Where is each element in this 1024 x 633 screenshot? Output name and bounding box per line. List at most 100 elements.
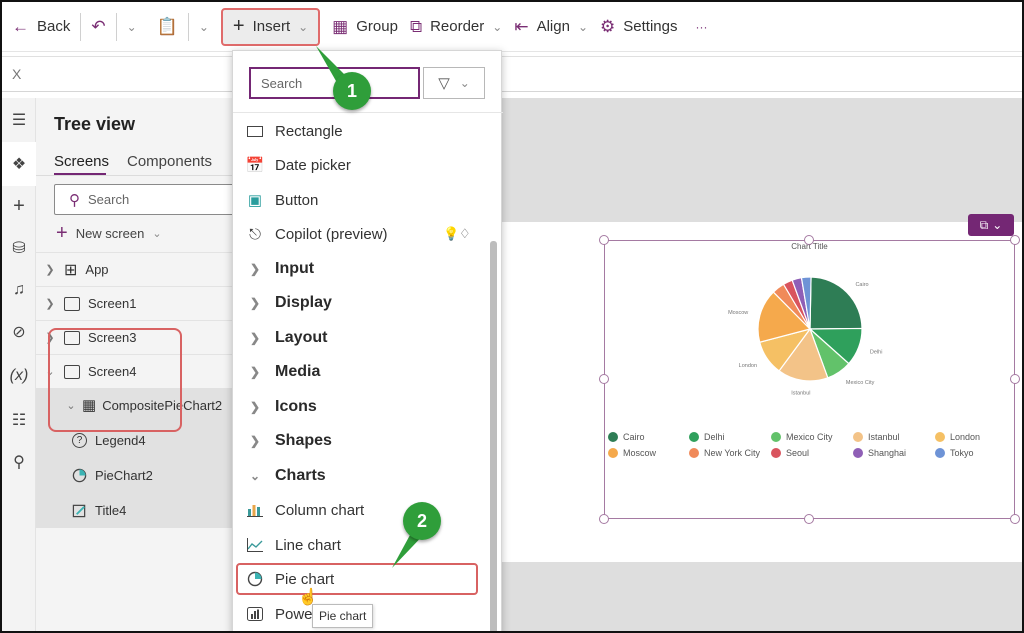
command-bar: ← Back ↶ ⌄ 📋 ⌄ + Insert ⌄ ▦ Group ⧉ Reor… <box>2 2 1022 52</box>
category-charts[interactable]: ⌄ Charts <box>245 461 485 491</box>
group-button[interactable]: ▦ Group <box>326 9 404 45</box>
resize-handle[interactable] <box>1010 374 1020 384</box>
left-rail: ☰ ❖ + ⛁ ♫ ⊘ (x) ☷ ⚲ <box>2 98 36 631</box>
paste-button[interactable]: 📋 <box>151 9 184 45</box>
new-screen-button[interactable]: + New screen ⌄ <box>56 222 162 245</box>
menu-item-line-chart[interactable]: Line chart <box>245 530 485 560</box>
chevron-down-icon: ⌄ <box>198 19 209 34</box>
insert-button[interactable]: + Insert ⌄ <box>220 7 321 46</box>
resize-handle[interactable] <box>804 514 814 524</box>
filter-icon: ▽ <box>438 75 450 92</box>
plus-icon: + <box>13 194 25 217</box>
copilot-icon: ⎋ <box>249 225 261 243</box>
tooltip: Pie chart <box>312 604 374 628</box>
menu-item-copilot[interactable]: ⎋ Copilot (preview) 💡 ♢ <box>245 219 485 249</box>
variables-icon: (x) <box>9 367 29 384</box>
filter-button[interactable]: ▽ ⌄ <box>423 67 485 99</box>
insert-menu: Search ▽ ⌄ Rectangle 📅 Date picker ▣ But… <box>232 50 503 631</box>
tab-screens[interactable]: Screens <box>54 153 109 170</box>
rail-data[interactable]: ⛁ <box>2 232 36 264</box>
menu-item-column-chart[interactable]: Column chart <box>245 495 485 525</box>
undo-dropdown[interactable]: ⌄ <box>121 9 143 45</box>
tree-item-app[interactable]: ❯ ⊞ App <box>36 252 232 286</box>
more-button[interactable]: ··· <box>689 9 713 45</box>
rail-media[interactable]: ♫ <box>2 274 36 306</box>
category-display[interactable]: ❯ Display <box>245 288 485 318</box>
category-media[interactable]: ❯ Media <box>245 357 485 387</box>
lightbulb-icon: 💡 <box>443 226 460 241</box>
button-icon: ▣ <box>247 192 263 209</box>
divider <box>233 112 503 113</box>
settings-button[interactable]: ⚙ Settings <box>594 9 683 45</box>
paste-dropdown[interactable]: ⌄ <box>193 9 215 45</box>
hamburger-icon: ☰ <box>11 112 27 129</box>
category-layout[interactable]: ❯ Layout <box>245 323 485 353</box>
scrollbar[interactable] <box>490 241 497 631</box>
flow-icon: ⊘ <box>12 324 26 341</box>
premium-diamond-icon: ♢ <box>459 226 471 241</box>
tree-item-legend[interactable]: ? Legend4 <box>72 428 146 452</box>
gear-icon: ⚙ <box>600 16 616 36</box>
chevron-right-icon: ❯ <box>249 296 261 310</box>
rail-variables[interactable]: (x) <box>2 360 36 392</box>
chevron-down-icon: ⌄ <box>459 76 470 90</box>
undo-button[interactable]: ↶ <box>85 9 111 45</box>
layers-icon: ❖ <box>11 156 27 173</box>
category-shapes[interactable]: ❯ Shapes <box>245 426 485 456</box>
align-button[interactable]: ⇤ Align ⌄ <box>508 9 594 45</box>
copilot-icon: ⧉ <box>979 217 989 232</box>
menu-button[interactable]: ☰ <box>2 104 36 136</box>
edit-label-icon <box>72 503 87 518</box>
tab-components[interactable]: Components <box>127 153 212 170</box>
help-circle-icon: ? <box>72 432 87 448</box>
resize-handle[interactable] <box>599 374 609 384</box>
app-icon: ⊞ <box>64 261 78 279</box>
clipboard-icon: 📋 <box>156 16 178 36</box>
menu-item-rectangle[interactable]: Rectangle <box>245 116 485 146</box>
resize-handle[interactable] <box>804 235 814 245</box>
chevron-down-icon: ⌄ <box>492 19 503 34</box>
resize-handle[interactable] <box>599 235 609 245</box>
panel-title: Tree view <box>54 114 136 134</box>
tree-item-screen1[interactable]: ❯ Screen1 <box>36 286 232 320</box>
chevron-down-icon: ⌄ <box>577 19 589 34</box>
chevron-right-icon[interactable]: ❯ <box>36 263 60 276</box>
category-input[interactable]: ❯ Input <box>245 254 485 284</box>
resize-handle[interactable] <box>599 514 609 524</box>
chevron-right-icon[interactable]: ❯ <box>36 297 60 310</box>
reorder-button[interactable]: ⧉ Reorder ⌄ <box>404 9 508 45</box>
hand-cursor-icon: ☝ <box>298 589 318 606</box>
copilot-control-button[interactable]: ⧉ ⌄ <box>968 214 1014 236</box>
back-button[interactable]: ← Back <box>6 9 76 45</box>
tree-item-piechart[interactable]: PieChart2 <box>72 463 153 487</box>
chevron-down-icon: ⌄ <box>152 228 162 240</box>
tree-item-title[interactable]: Title4 <box>72 498 126 522</box>
search-icon: ⚲ <box>69 191 80 209</box>
property-selector[interactable]: X <box>12 66 21 82</box>
category-icons[interactable]: ❯ Icons <box>245 392 485 422</box>
highlight-box <box>236 563 478 595</box>
database-icon: ⛁ <box>12 240 26 257</box>
rail-advanced-tools[interactable]: ☷ <box>2 404 36 436</box>
menu-item-date-picker[interactable]: 📅 Date picker <box>245 150 485 180</box>
resize-handle[interactable] <box>1010 514 1020 524</box>
chevron-right-icon: ❯ <box>249 434 261 448</box>
plus-icon: + <box>232 15 245 37</box>
tree-search-input[interactable]: ⚲ Search <box>54 184 244 215</box>
rail-insert[interactable]: + <box>2 190 36 222</box>
menu-item-button[interactable]: ▣ Button <box>245 185 485 215</box>
resize-handle[interactable] <box>1010 235 1020 245</box>
chevron-down-icon: ⌄ <box>249 469 261 483</box>
divider <box>80 12 82 41</box>
divider <box>36 175 232 176</box>
rail-power-automate[interactable]: ⊘ <box>2 316 36 348</box>
rail-search[interactable]: ⚲ <box>2 446 36 478</box>
rail-tree-view[interactable]: ❖ <box>2 142 36 186</box>
highlight-box <box>48 328 182 432</box>
line-chart-icon <box>245 538 265 552</box>
screen-icon <box>64 296 80 311</box>
align-icon: ⇤ <box>514 16 529 36</box>
callout-step-1: 1 <box>333 72 371 110</box>
chevron-down-icon: ⌄ <box>126 19 137 34</box>
formula-bar[interactable]: X <box>2 56 1022 92</box>
